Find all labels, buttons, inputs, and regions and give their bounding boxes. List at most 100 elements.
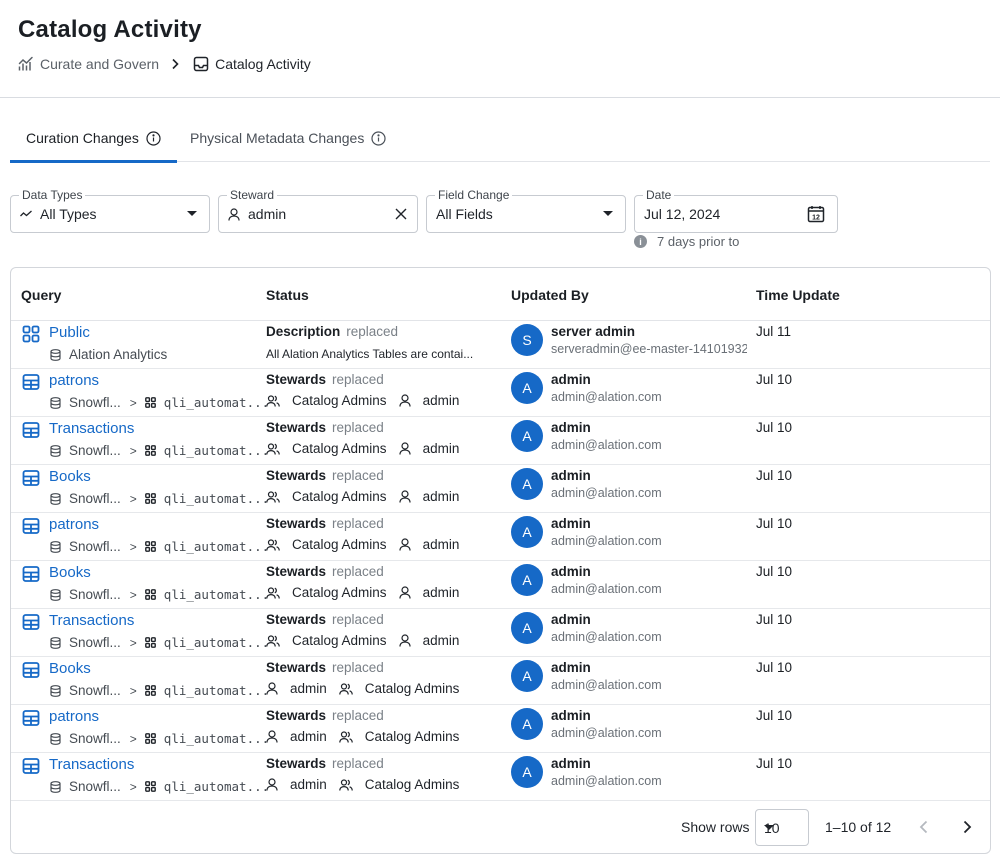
object-link[interactable]: Transactions (49, 612, 134, 629)
updated-by-name[interactable]: server admin (551, 324, 635, 339)
calendar-icon[interactable]: 12 (807, 205, 825, 223)
object-path: Snowfl... > qli_automat... (50, 491, 269, 506)
steward-name: admin (290, 729, 327, 744)
source-name[interactable]: Snowfl... (69, 779, 121, 794)
avatar: A (511, 660, 543, 692)
table-row: patrons Snowfl... > qli_automat... Stewards r… (11, 369, 990, 417)
table-row: Public Alation Analytics Description replac… (11, 321, 990, 369)
updated-by-email: serveradmin@ee-master-14101932352 (551, 342, 747, 356)
activity-table: Query Status Updated By Time Update Publ… (10, 267, 991, 854)
schema-name[interactable]: qli_automat... (164, 683, 269, 698)
schema-icon (144, 636, 157, 649)
schema-name[interactable]: qli_automat... (164, 443, 269, 458)
updated-by-name[interactable]: admin (551, 372, 591, 387)
object-link[interactable]: patrons (49, 372, 99, 389)
changed-field: Stewards (266, 708, 327, 723)
trend-icon (20, 210, 32, 217)
table-icon (22, 469, 40, 487)
field-change-select[interactable]: Field Change All Fields (426, 188, 626, 233)
status-summary: Stewards replaced (266, 708, 384, 723)
caret-down-icon (603, 211, 613, 216)
steward-name: admin (422, 633, 460, 648)
schema-name[interactable]: qli_automat... (164, 779, 269, 794)
schema-name[interactable]: qli_automat... (164, 539, 269, 554)
updated-by-name[interactable]: admin (551, 516, 591, 531)
status-summary: Stewards replaced (266, 468, 384, 483)
database-icon (50, 540, 62, 553)
schema-name[interactable]: qli_automat... (164, 731, 269, 746)
source-name[interactable]: Snowfl... (69, 635, 121, 650)
filter-value: admin (228, 206, 286, 222)
source-name[interactable]: Alation Analytics (69, 347, 167, 362)
updated-by-name[interactable]: admin (551, 660, 591, 675)
schema-name[interactable]: qli_automat... (164, 491, 269, 506)
table-icon (22, 709, 40, 727)
status-detail: admin Catalog Admins (266, 777, 471, 792)
updated-by-name[interactable]: admin (551, 612, 591, 627)
table-row: patrons Snowfl... > qli_automat... Stewards r… (11, 705, 990, 753)
filter-value: All Types (20, 206, 97, 222)
updated-by-name[interactable]: admin (551, 564, 591, 579)
source-name[interactable]: Snowfl... (69, 683, 121, 698)
steward-user: admin (266, 729, 327, 744)
info-icon[interactable] (371, 130, 386, 146)
object-link[interactable]: patrons (49, 708, 99, 725)
table-icon (22, 421, 40, 439)
status-detail: Catalog Admins admin (266, 585, 471, 600)
table-row: Books Snowfl... > qli_automat... Stewards rep… (11, 561, 990, 609)
steward-field[interactable]: Steward admin (218, 188, 418, 233)
change-action: replaced (332, 708, 384, 723)
object-link[interactable]: Books (49, 660, 91, 677)
curate-govern-icon (18, 56, 34, 72)
data-types-select[interactable]: Data Types All Types (10, 188, 210, 233)
info-icon[interactable] (146, 130, 161, 146)
object-path: Snowfl... > qli_automat... (50, 395, 269, 410)
schema-name[interactable]: qli_automat... (164, 587, 269, 602)
object-link[interactable]: patrons (49, 516, 99, 533)
object-link[interactable]: Public (49, 324, 90, 341)
source-name[interactable]: Snowfl... (69, 731, 121, 746)
user-icon (398, 490, 417, 503)
avatar: A (511, 708, 543, 740)
breadcrumb-curate-govern[interactable]: Curate and Govern (18, 56, 159, 72)
time-updated: Jul 10 (756, 612, 793, 627)
source-name[interactable]: Snowfl... (69, 539, 121, 554)
path-separator: > (129, 443, 137, 458)
changed-field: Description (266, 324, 341, 339)
object-link[interactable]: Books (49, 468, 91, 485)
updated-by-name[interactable]: admin (551, 708, 591, 723)
source-name[interactable]: Snowfl... (69, 443, 121, 458)
updated-by-email: admin@alation.com (551, 726, 662, 740)
next-page-button[interactable] (954, 814, 980, 840)
steward-group: Catalog Admins (266, 537, 387, 552)
rows-per-page-select[interactable]: 10 (755, 809, 809, 846)
chevron-left-icon (919, 820, 927, 834)
object-link[interactable]: Books (49, 564, 91, 581)
object-link[interactable]: Transactions (49, 420, 134, 437)
date-picker[interactable]: Date Jul 12, 2024 12 (634, 188, 838, 233)
group-icon (338, 682, 359, 695)
source-name[interactable]: Snowfl... (69, 395, 121, 410)
user-icon (398, 442, 417, 455)
tab-curation-changes[interactable]: Curation Changes (10, 114, 177, 163)
previous-page-button[interactable] (910, 814, 936, 840)
updated-by-name[interactable]: admin (551, 756, 591, 771)
status-summary: Stewards replaced (266, 756, 384, 771)
table-row: Books Snowfl... > qli_automat... Stewards rep… (11, 465, 990, 513)
updated-by-name[interactable]: admin (551, 468, 591, 483)
steward-user: admin (266, 777, 327, 792)
object-link[interactable]: Transactions (49, 756, 134, 773)
source-name[interactable]: Snowfl... (69, 587, 121, 602)
path-separator: > (129, 539, 137, 554)
page-header: Catalog Activity Curate and Govern Catal… (0, 0, 1000, 98)
group-icon (266, 586, 286, 599)
steward-name: Catalog Admins (292, 489, 387, 504)
schema-name[interactable]: qli_automat... (164, 395, 269, 410)
clear-icon[interactable] (394, 207, 408, 221)
schema-name[interactable]: qli_automat... (164, 635, 269, 650)
updated-by-name[interactable]: admin (551, 420, 591, 435)
tab-physical-metadata-changes[interactable]: Physical Metadata Changes (190, 114, 386, 162)
steward-group: Catalog Admins (266, 489, 387, 504)
source-name[interactable]: Snowfl... (69, 491, 121, 506)
steward-name: admin (290, 681, 327, 696)
